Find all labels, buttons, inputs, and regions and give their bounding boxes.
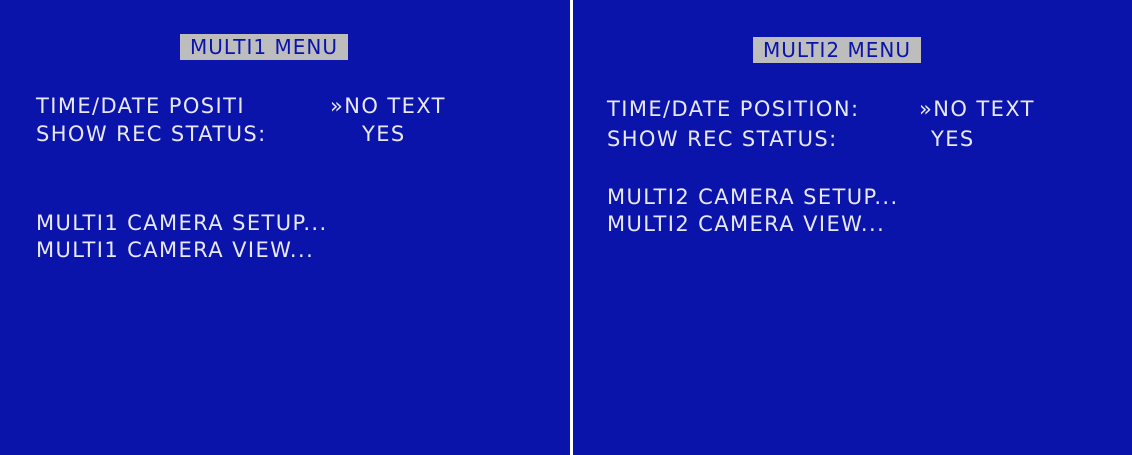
time-date-position-label[interactable]: TIME/DATE POSITI [36,93,245,119]
camera-view-menu-item[interactable]: MULTI1 CAMERA VIEW... [36,237,314,263]
show-rec-status-label[interactable]: SHOW REC STATUS: [607,126,838,152]
multi1-menu-screen: MULTI1 MENU TIME/DATE POSITI »NO TEXT SH… [0,0,570,455]
multi2-menu-screen: MULTI2 MENU TIME/DATE POSITION: »NO TEXT… [573,0,1132,455]
time-date-position-value[interactable]: »NO TEXT [330,93,446,119]
time-date-position-value[interactable]: »NO TEXT [919,96,1035,122]
camera-setup-menu-item[interactable]: MULTI2 CAMERA SETUP... [607,184,899,210]
show-rec-status-label[interactable]: SHOW REC STATUS: [36,121,267,147]
menu-title: MULTI1 MENU [180,34,348,60]
show-rec-status-value[interactable]: YES [362,121,406,147]
camera-view-menu-item[interactable]: MULTI2 CAMERA VIEW... [607,211,885,237]
camera-setup-menu-item[interactable]: MULTI1 CAMERA SETUP... [36,210,328,236]
time-date-position-label[interactable]: TIME/DATE POSITION: [607,96,859,122]
show-rec-status-value[interactable]: YES [931,126,975,152]
menu-title: MULTI2 MENU [753,37,921,63]
